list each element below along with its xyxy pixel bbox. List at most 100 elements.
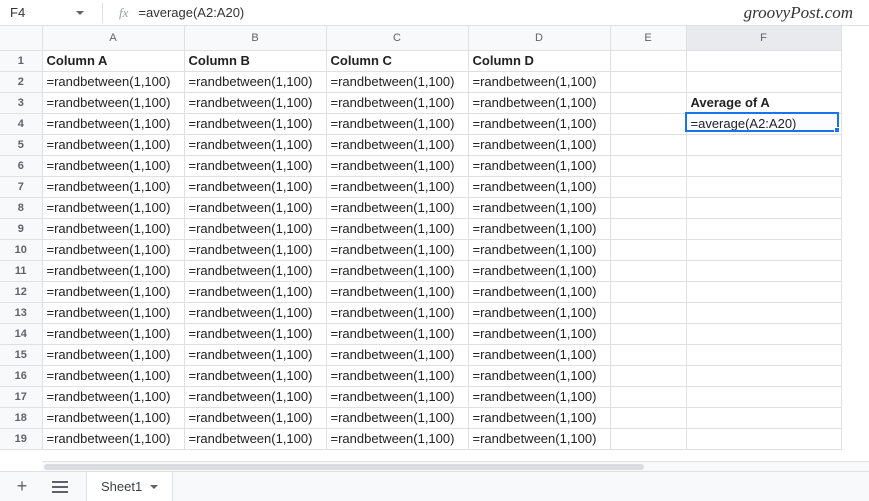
cell-F16[interactable] (686, 365, 841, 386)
cell-E11[interactable] (610, 260, 686, 281)
cell-F1[interactable] (686, 50, 841, 71)
column-header-A[interactable]: A (42, 26, 184, 50)
cell-E5[interactable] (610, 134, 686, 155)
cell-E18[interactable] (610, 407, 686, 428)
cell-F10[interactable] (686, 239, 841, 260)
cell-B15[interactable]: =randbetween(1,100) (184, 344, 326, 365)
cell-C14[interactable]: =randbetween(1,100) (326, 323, 468, 344)
spreadsheet-grid[interactable]: ABCDEF1Column AColumn BColumn CColumn D2… (0, 26, 869, 461)
cell-B10[interactable]: =randbetween(1,100) (184, 239, 326, 260)
cell-E4[interactable] (610, 113, 686, 134)
cell-B16[interactable]: =randbetween(1,100) (184, 365, 326, 386)
row-header[interactable]: 5 (0, 134, 42, 155)
cell-C3[interactable]: =randbetween(1,100) (326, 92, 468, 113)
cell-E3[interactable] (610, 92, 686, 113)
add-sheet-button[interactable]: + (10, 475, 34, 499)
row-header[interactable]: 9 (0, 218, 42, 239)
cell-D5[interactable]: =randbetween(1,100) (468, 134, 610, 155)
cell-A3[interactable]: =randbetween(1,100) (42, 92, 184, 113)
cell-F7[interactable] (686, 176, 841, 197)
cell-A11[interactable]: =randbetween(1,100) (42, 260, 184, 281)
cell-E7[interactable] (610, 176, 686, 197)
cell-E12[interactable] (610, 281, 686, 302)
row-header[interactable]: 6 (0, 155, 42, 176)
cell-D15[interactable]: =randbetween(1,100) (468, 344, 610, 365)
cell-A17[interactable]: =randbetween(1,100) (42, 386, 184, 407)
cell-E14[interactable] (610, 323, 686, 344)
cell-A6[interactable]: =randbetween(1,100) (42, 155, 184, 176)
cell-E15[interactable] (610, 344, 686, 365)
cell-B6[interactable]: =randbetween(1,100) (184, 155, 326, 176)
cell-B18[interactable]: =randbetween(1,100) (184, 407, 326, 428)
cell-A2[interactable]: =randbetween(1,100) (42, 71, 184, 92)
cell-F12[interactable] (686, 281, 841, 302)
cell-D9[interactable]: =randbetween(1,100) (468, 218, 610, 239)
row-header[interactable]: 7 (0, 176, 42, 197)
select-all-corner[interactable] (0, 26, 42, 50)
row-header[interactable]: 15 (0, 344, 42, 365)
cell-D19[interactable]: =randbetween(1,100) (468, 428, 610, 449)
cell-A1[interactable]: Column A (42, 50, 184, 71)
scrollbar-thumb[interactable] (44, 464, 644, 470)
name-box[interactable]: F4 (6, 3, 66, 23)
cell-F14[interactable] (686, 323, 841, 344)
cell-B17[interactable]: =randbetween(1,100) (184, 386, 326, 407)
cell-C19[interactable]: =randbetween(1,100) (326, 428, 468, 449)
cell-C8[interactable]: =randbetween(1,100) (326, 197, 468, 218)
cell-C1[interactable]: Column C (326, 50, 468, 71)
cell-A10[interactable]: =randbetween(1,100) (42, 239, 184, 260)
cell-F13[interactable] (686, 302, 841, 323)
column-header-D[interactable]: D (468, 26, 610, 50)
cell-E6[interactable] (610, 155, 686, 176)
cell-A4[interactable]: =randbetween(1,100) (42, 113, 184, 134)
cell-E19[interactable] (610, 428, 686, 449)
cell-B1[interactable]: Column B (184, 50, 326, 71)
cell-D11[interactable]: =randbetween(1,100) (468, 260, 610, 281)
formula-input[interactable] (138, 5, 739, 20)
chevron-down-icon[interactable] (76, 11, 84, 15)
cell-A5[interactable]: =randbetween(1,100) (42, 134, 184, 155)
row-header[interactable]: 3 (0, 92, 42, 113)
cell-F15[interactable] (686, 344, 841, 365)
column-header-B[interactable]: B (184, 26, 326, 50)
cell-E2[interactable] (610, 71, 686, 92)
cell-F5[interactable] (686, 134, 841, 155)
row-header[interactable]: 10 (0, 239, 42, 260)
row-header[interactable]: 16 (0, 365, 42, 386)
cell-A8[interactable]: =randbetween(1,100) (42, 197, 184, 218)
cell-A13[interactable]: =randbetween(1,100) (42, 302, 184, 323)
cell-C18[interactable]: =randbetween(1,100) (326, 407, 468, 428)
cell-B8[interactable]: =randbetween(1,100) (184, 197, 326, 218)
column-header-F[interactable]: F (686, 26, 841, 50)
cell-D12[interactable]: =randbetween(1,100) (468, 281, 610, 302)
cell-C15[interactable]: =randbetween(1,100) (326, 344, 468, 365)
cell-C7[interactable]: =randbetween(1,100) (326, 176, 468, 197)
cell-C13[interactable]: =randbetween(1,100) (326, 302, 468, 323)
cell-B11[interactable]: =randbetween(1,100) (184, 260, 326, 281)
horizontal-scrollbar[interactable] (42, 461, 869, 471)
cell-B7[interactable]: =randbetween(1,100) (184, 176, 326, 197)
cell-F17[interactable] (686, 386, 841, 407)
cell-D6[interactable]: =randbetween(1,100) (468, 155, 610, 176)
row-header[interactable]: 17 (0, 386, 42, 407)
cell-D8[interactable]: =randbetween(1,100) (468, 197, 610, 218)
cell-C11[interactable]: =randbetween(1,100) (326, 260, 468, 281)
cell-E17[interactable] (610, 386, 686, 407)
cell-F3[interactable]: Average of A (686, 92, 841, 113)
cell-F2[interactable] (686, 71, 841, 92)
cell-B14[interactable]: =randbetween(1,100) (184, 323, 326, 344)
row-header[interactable]: 12 (0, 281, 42, 302)
cell-E9[interactable] (610, 218, 686, 239)
cell-C6[interactable]: =randbetween(1,100) (326, 155, 468, 176)
cell-C2[interactable]: =randbetween(1,100) (326, 71, 468, 92)
cell-C12[interactable]: =randbetween(1,100) (326, 281, 468, 302)
cell-A18[interactable]: =randbetween(1,100) (42, 407, 184, 428)
cell-E16[interactable] (610, 365, 686, 386)
cell-D1[interactable]: Column D (468, 50, 610, 71)
cell-B3[interactable]: =randbetween(1,100) (184, 92, 326, 113)
row-header[interactable]: 13 (0, 302, 42, 323)
row-header[interactable]: 1 (0, 50, 42, 71)
cell-F4[interactable]: =average(A2:A20) (686, 113, 841, 134)
cell-B4[interactable]: =randbetween(1,100) (184, 113, 326, 134)
row-header[interactable]: 14 (0, 323, 42, 344)
